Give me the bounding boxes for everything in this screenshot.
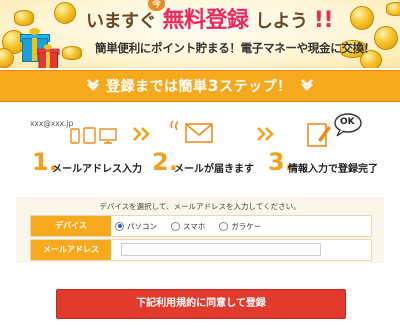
headline-part: いますぐ	[86, 11, 157, 32]
registration-form: デバイスを選択して、メールアドレスを入力してください。 デバイス パソコン スマ…	[16, 197, 384, 263]
ok-bubble-text: OK	[340, 117, 355, 127]
devices-icon	[70, 127, 117, 144]
coin-icon	[350, 6, 374, 30]
device-row: デバイス パソコン スマホ ガラケー	[30, 215, 372, 237]
step-1-label: メールアドレス入力	[52, 164, 142, 175]
hero-subline: 簡単便利にポイント貯まる！電子マネーや現金に交換！	[95, 41, 375, 55]
steps-title-number: 3	[207, 76, 220, 95]
step-2-label: メールが届きます	[174, 164, 254, 175]
device-option-feature-phone[interactable]: ガラケー	[219, 221, 261, 232]
envelope-icon	[170, 120, 213, 143]
radio-button[interactable]	[171, 221, 180, 231]
chevron-down-icon	[86, 77, 100, 91]
steps-title-post: ステップ！	[219, 79, 292, 95]
headline-part: しよう	[254, 11, 308, 32]
headline-emphasis: 無料登録	[162, 8, 249, 33]
device-label: デバイス	[31, 216, 111, 236]
double-chevron-right-icon	[132, 126, 152, 146]
radio-button[interactable]	[115, 221, 124, 231]
ok-document-icon	[307, 113, 362, 147]
form-instruction: デバイスを選択して、メールアドレスを入力してください。	[99, 202, 301, 211]
device-option-smartphone[interactable]: スマホ	[171, 221, 205, 232]
hero-headline: いますぐ 無料登録 しよう !!	[86, 2, 346, 36]
device-option-label: ガラケー	[231, 221, 262, 231]
device-option-label: パソコン	[127, 221, 157, 231]
headline-exclamation: !!	[313, 8, 334, 33]
coin-icon	[14, 10, 34, 26]
step-3-label: 情報入力で登録完了	[288, 164, 378, 175]
email-sample-text: xxx@xxx.jp	[30, 119, 74, 128]
chevron-down-icon	[300, 77, 314, 91]
device-radio-group: パソコン スマホ ガラケー	[115, 216, 275, 236]
steps-title-pre: 登録までは簡単	[106, 79, 208, 95]
steps-header-bar: 登録までは簡単3ステップ！	[0, 70, 400, 102]
agree-and-register-button[interactable]: 下記利用規約に同意して登録	[56, 289, 346, 319]
coin-icon	[374, 26, 398, 50]
coin-icon	[0, 48, 14, 68]
email-row: メールアドレス	[30, 239, 372, 261]
hero-banner: いますぐ 無料登録 しよう !! 今 簡単便利にポイント貯まる！電子マネーや現金…	[0, 0, 400, 68]
email-label: メールアドレス	[31, 240, 111, 260]
email-field[interactable]	[121, 243, 321, 256]
device-option-pc[interactable]: パソコン	[115, 221, 157, 232]
steps-header-title: 登録までは簡単3ステップ！	[106, 76, 292, 96]
coin-icon	[54, 2, 76, 24]
double-chevron-right-icon	[256, 126, 276, 146]
gift-box-icon	[37, 44, 66, 68]
radio-button[interactable]	[219, 221, 229, 231]
device-option-label: スマホ	[183, 221, 206, 231]
coin-icon	[386, 2, 400, 16]
